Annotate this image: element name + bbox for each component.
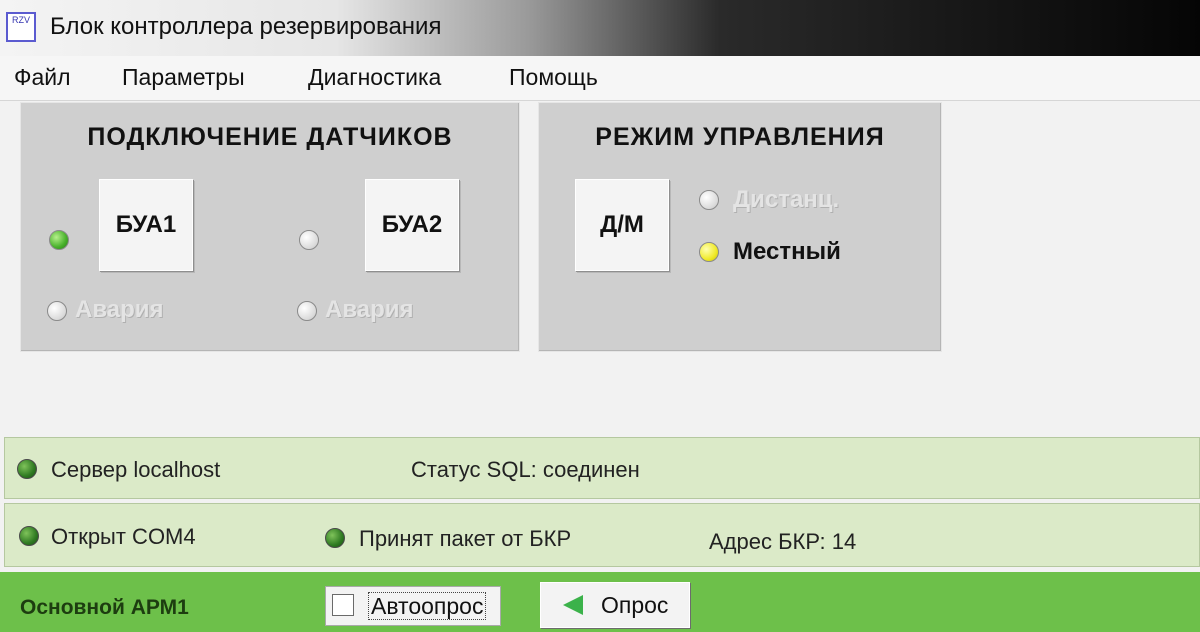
- packet-received-label: Принят пакет от БКР: [359, 526, 572, 551]
- poll-label: Опрос: [601, 592, 669, 618]
- autopoll-checkbox-area[interactable]: Автоопрос: [325, 586, 501, 626]
- poll-arrow-icon: [563, 595, 583, 615]
- bua2-button[interactable]: БУА2: [365, 179, 459, 271]
- bua2-status-led: [299, 230, 319, 250]
- arm-label: Основной АРМ1: [20, 596, 189, 619]
- autopoll-checkbox[interactable]: [332, 594, 354, 616]
- com-port-led: [19, 526, 39, 546]
- window-title: Блок контроллера резервирования: [50, 13, 442, 40]
- remote-mode-radio: [699, 190, 719, 210]
- bua1-status-led: [49, 230, 69, 250]
- autopoll-label[interactable]: Автоопрос: [368, 592, 487, 620]
- sensors-panel-title: ПОДКЛЮЧЕНИЕ ДАТЧИКОВ: [87, 123, 453, 151]
- bua1-button[interactable]: БУА1: [99, 179, 193, 271]
- com-port-label: Открыт COM4: [51, 524, 196, 549]
- menu-parameters[interactable]: Параметры: [122, 64, 245, 91]
- local-mode-radio: [699, 242, 719, 262]
- app-icon: RZV: [6, 12, 36, 42]
- server-status-bar: Сервер localhost Статус SQL: соединен: [4, 437, 1200, 499]
- control-mode-panel-title: РЕЖИМ УПРАВЛЕНИЯ: [595, 123, 885, 151]
- bua1-alarm-radio: [47, 301, 67, 321]
- menu-help[interactable]: Помощь: [509, 64, 598, 91]
- local-mode-label: Местный: [733, 238, 841, 265]
- menu-bar: Файл Параметры Диагностика Помощь: [0, 56, 1200, 101]
- mode-toggle-button[interactable]: Д/М: [575, 179, 669, 271]
- bua2-alarm-radio: [297, 301, 317, 321]
- bua2-alarm-label: Авария: [325, 296, 414, 323]
- title-bar: RZV Блок контроллера резервирования: [0, 0, 1200, 56]
- server-status-led: [17, 459, 37, 479]
- sql-status-label: Статус SQL: соединен: [411, 457, 640, 482]
- port-status-bar: Открыт COM4 Принят пакет от БКР Адрес БК…: [4, 503, 1200, 567]
- packet-received-led: [325, 528, 345, 548]
- menu-diagnostics[interactable]: Диагностика: [308, 64, 441, 91]
- sensors-panel: ПОДКЛЮЧЕНИЕ ДАТЧИКОВ БУА1 Авария БУА2 Ав…: [20, 102, 520, 352]
- remote-mode-label: Дистанц.: [733, 186, 840, 213]
- bua1-alarm-label: Авария: [75, 296, 164, 323]
- menu-file[interactable]: Файл: [14, 64, 71, 91]
- control-mode-panel: РЕЖИМ УПРАВЛЕНИЯ Д/М Дистанц. Местный: [538, 102, 942, 352]
- server-label: Сервер localhost: [51, 457, 221, 482]
- bottom-toolbar: Основной АРМ1 Автоопрос Опрос: [0, 572, 1200, 632]
- bkr-address-label: Адрес БКР: 14: [709, 529, 857, 554]
- poll-button[interactable]: Опрос: [540, 582, 690, 628]
